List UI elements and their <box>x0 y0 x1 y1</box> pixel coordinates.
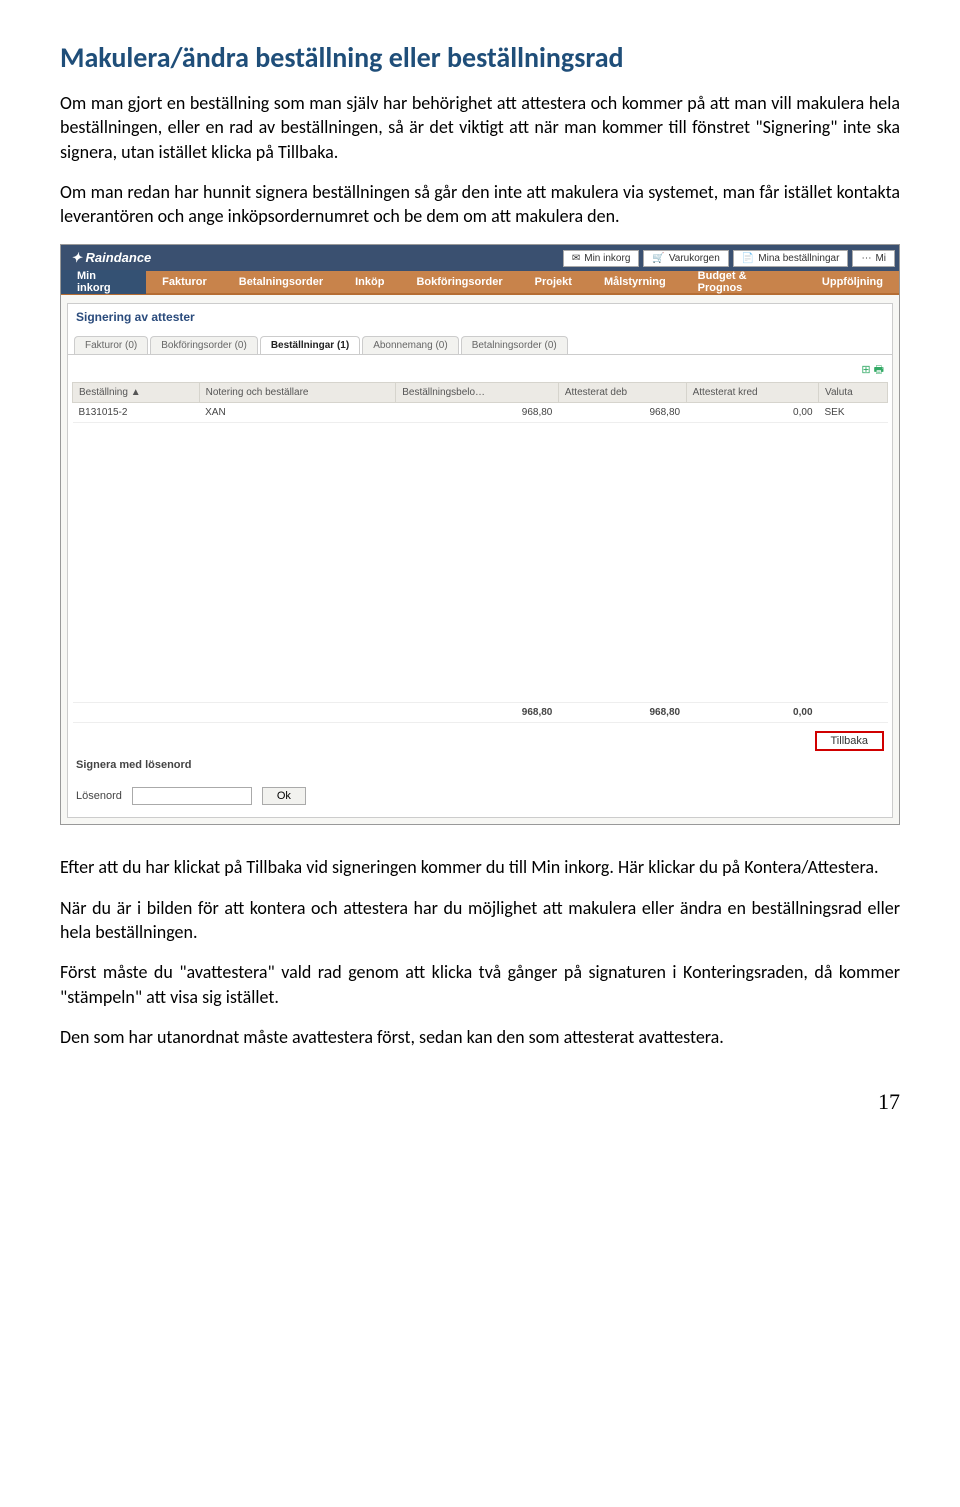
app-screenshot: ✦ Raindance ✉ Min inkorg 🛒 Varukorgen 📄 … <box>60 244 900 825</box>
content-area: Signering av attester Fakturor (0) Bokfö… <box>61 295 899 824</box>
tab-betalningsorder[interactable]: Betalningsorder (0) <box>461 336 568 354</box>
col-notering[interactable]: Notering och beställare <box>199 383 396 403</box>
ok-button[interactable]: Ok <box>262 787 306 805</box>
orders-table: Beställning ▲ Notering och beställare Be… <box>72 382 888 723</box>
table-totals-row: 968,80 968,80 0,00 <box>73 703 888 723</box>
table-toolbar: ⊞ 🖶 <box>72 359 888 382</box>
paragraph-1: Om man gjort en beställning som man själ… <box>60 91 900 164</box>
cell-kred: 0,00 <box>686 403 818 423</box>
topbar-orders-label: Mina beställningar <box>758 253 839 264</box>
main-nav: Min inkorg Fakturor Betalningsorder Inkö… <box>61 271 899 295</box>
paragraph-2: Om man redan har hunnit signera beställn… <box>60 180 900 229</box>
topbar-buttons: ✉ Min inkorg 🛒 Varukorgen 📄 Mina beställ… <box>563 250 895 267</box>
col-bestallning[interactable]: Beställning ▲ <box>73 383 200 403</box>
app-logo: ✦ Raindance <box>65 250 151 266</box>
print-icon[interactable]: 🖶 <box>874 364 884 376</box>
logo-icon: ✦ <box>71 250 82 265</box>
nav-min-inkorg[interactable]: Min inkorg <box>61 270 146 294</box>
panel-title: Signering av attester <box>67 303 893 330</box>
nav-fakturor[interactable]: Fakturor <box>146 276 223 288</box>
col-belopp[interactable]: Beställningsbelo… <box>396 383 559 403</box>
topbar-more-label: Mi <box>875 253 886 264</box>
total-amount: 968,80 <box>396 703 559 723</box>
tab-bokforingsorder[interactable]: Bokföringsorder (0) <box>150 336 258 354</box>
nav-uppfoljning[interactable]: Uppföljning <box>806 276 899 288</box>
topbar-cart-button[interactable]: 🛒 Varukorgen <box>643 250 728 267</box>
cell-order: B131015-2 <box>73 403 200 423</box>
sign-label: Signera med lösenord <box>76 759 192 771</box>
total-kred: 0,00 <box>686 703 818 723</box>
export-icon[interactable]: ⊞ <box>861 364 870 376</box>
nav-inkop[interactable]: Inköp <box>339 276 400 288</box>
table-spacer <box>73 423 888 703</box>
topbar-inbox-button[interactable]: ✉ Min inkorg <box>563 250 640 267</box>
paragraph-6: Den som har utanordnat måste avattestera… <box>60 1025 900 1049</box>
nav-budget-prognos[interactable]: Budget & Prognos <box>682 270 806 294</box>
total-deb: 968,80 <box>558 703 686 723</box>
cell-note: XAN <box>199 403 396 423</box>
sub-tabs: Fakturor (0) Bokföringsorder (0) Beställ… <box>67 330 893 354</box>
topbar-more-button[interactable]: ⋯ Mi <box>852 250 895 267</box>
paragraph-5: Först måste du "avattestera" vald rad ge… <box>60 960 900 1009</box>
password-row: Lösenord Ok <box>72 779 888 813</box>
tab-fakturor[interactable]: Fakturor (0) <box>74 336 148 354</box>
nav-projekt[interactable]: Projekt <box>519 276 588 288</box>
topbar-orders-button[interactable]: 📄 Mina beställningar <box>733 250 849 267</box>
col-deb[interactable]: Attesterat deb <box>558 383 686 403</box>
topbar-inbox-label: Min inkorg <box>584 253 630 264</box>
envelope-icon: ✉ <box>572 253 580 264</box>
password-label: Lösenord <box>76 790 122 802</box>
topbar-cart-label: Varukorgen <box>669 253 720 264</box>
paragraph-3: Efter att du har klickat på Tillbaka vid… <box>60 855 900 879</box>
tillbaka-button[interactable]: Tillbaka <box>815 731 885 751</box>
table-header-row: Beställning ▲ Notering och beställare Be… <box>73 383 888 403</box>
table-panel: ⊞ 🖶 Beställning ▲ Notering och beställar… <box>67 354 893 818</box>
cell-deb: 968,80 <box>558 403 686 423</box>
logo-text: Raindance <box>86 250 152 265</box>
more-icon: ⋯ <box>861 253 871 264</box>
col-kred[interactable]: Attesterat kred <box>686 383 818 403</box>
app-topbar: ✦ Raindance ✉ Min inkorg 🛒 Varukorgen 📄 … <box>61 245 899 271</box>
password-input[interactable] <box>132 787 252 805</box>
nav-betalningsorder[interactable]: Betalningsorder <box>223 276 339 288</box>
list-icon: 📄 <box>742 253 754 264</box>
nav-bokforingsorder[interactable]: Bokföringsorder <box>400 276 518 288</box>
cart-icon: 🛒 <box>652 253 664 264</box>
page-heading: Makulera/ändra beställning eller beställ… <box>60 40 900 75</box>
cell-amount: 968,80 <box>396 403 559 423</box>
sign-section: Signera med lösenord <box>72 751 888 779</box>
tab-bestallningar[interactable]: Beställningar (1) <box>260 336 360 354</box>
page-number: 17 <box>60 1089 900 1115</box>
paragraph-4: När du är i bilden för att kontera och a… <box>60 896 900 945</box>
tab-abonnemang[interactable]: Abonnemang (0) <box>362 336 459 354</box>
panel-footer: Tillbaka <box>72 723 888 751</box>
col-valuta[interactable]: Valuta <box>819 383 888 403</box>
table-row[interactable]: B131015-2 XAN 968,80 968,80 0,00 SEK <box>73 403 888 423</box>
cell-valuta: SEK <box>819 403 888 423</box>
nav-malstyrning[interactable]: Målstyrning <box>588 276 682 288</box>
